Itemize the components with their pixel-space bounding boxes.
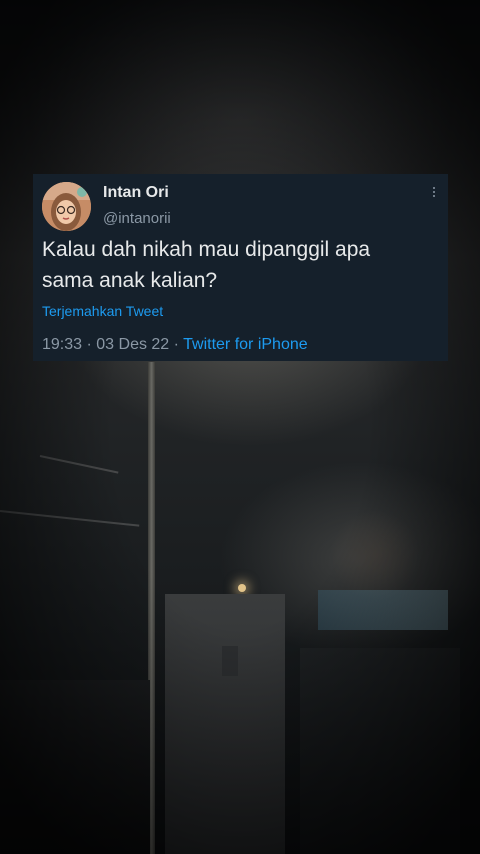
vignette-overlay (0, 0, 480, 854)
tweet-text-line: Kalau dah nikah mau dipanggil apa (42, 238, 371, 261)
translate-tweet-link[interactable]: Terjemahkan Tweet (42, 303, 163, 319)
tweet-meta: 19:33 · 03 Des 22 · Twitter for iPhone (42, 336, 308, 354)
meta-separator: · (82, 336, 97, 353)
more-options-icon[interactable] (432, 187, 436, 199)
tweet-date[interactable]: 03 Des 22 (96, 336, 169, 353)
background-photo (0, 0, 480, 854)
display-name[interactable]: Intan Ori (103, 184, 169, 202)
tweet-card: Intan Ori @intanorii Kalau dah nikah mau… (33, 174, 448, 361)
tweet-text: Kalau dah nikah mau dipanggil apa sama a… (42, 234, 437, 296)
tweet-time[interactable]: 19:33 (42, 336, 82, 353)
tweet-text-line: sama anak kalian? (42, 269, 218, 292)
meta-separator: · (169, 336, 184, 353)
profile-avatar[interactable] (42, 182, 91, 231)
tweet-source-link[interactable]: Twitter for iPhone (183, 336, 308, 353)
user-handle[interactable]: @intanorii (103, 210, 171, 227)
